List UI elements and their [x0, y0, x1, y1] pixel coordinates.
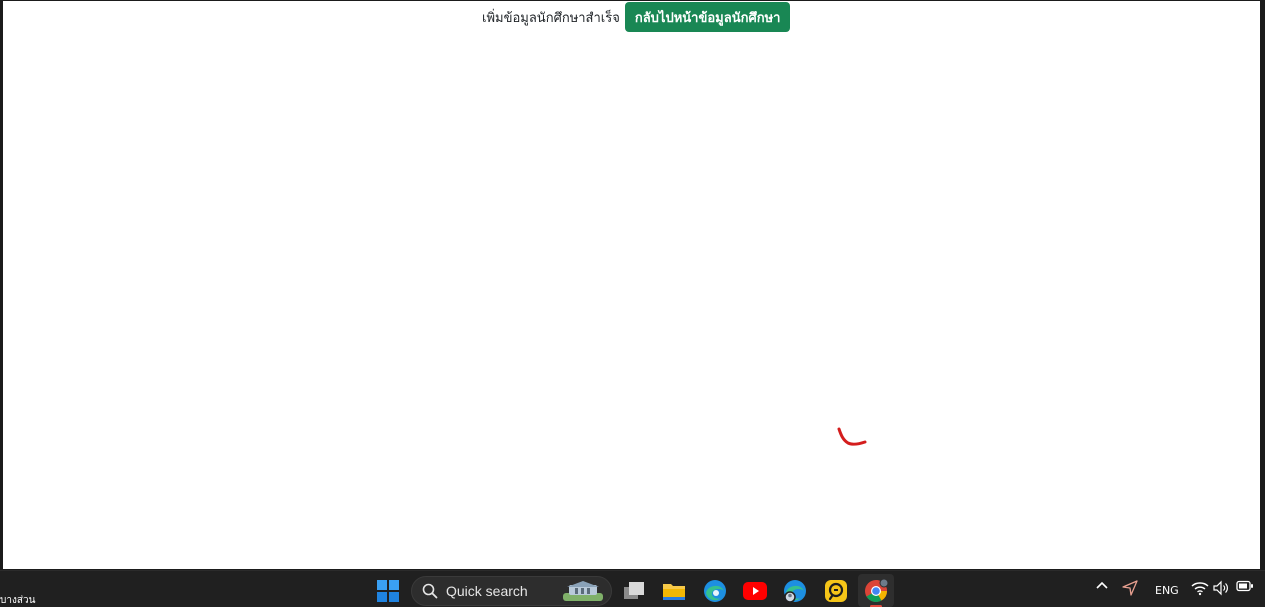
- back-to-students-button[interactable]: กลับไปหน้าข้อมูลนักศึกษา: [624, 2, 791, 32]
- edge-profile-icon[interactable]: [781, 577, 809, 605]
- page-content: เพิ่มข้อมูลนักศึกษาสำเร็จ กลับไปหน้าข้อม…: [3, 1, 1260, 569]
- message-row: เพิ่มข้อมูลนักศึกษาสำเร็จ กลับไปหน้าข้อม…: [482, 2, 791, 32]
- quick-search-label: Quick search: [446, 583, 528, 599]
- taskbar-corner-label: บางส่วน: [0, 595, 36, 606]
- location-icon[interactable]: [1121, 580, 1139, 596]
- file-explorer-icon[interactable]: [660, 577, 688, 605]
- search-highlight-icon: [561, 579, 605, 603]
- youtube-icon[interactable]: [741, 577, 769, 605]
- chrome-icon[interactable]: [862, 577, 890, 605]
- wifi-icon[interactable]: [1191, 580, 1209, 596]
- start-icon[interactable]: [374, 577, 402, 605]
- screen: เพิ่มข้อมูลนักศึกษาสำเร็จ กลับไปหน้าข้อม…: [0, 0, 1265, 607]
- volume-icon[interactable]: [1213, 580, 1231, 596]
- language-indicator[interactable]: ENG: [1155, 584, 1179, 597]
- app-yellow-icon[interactable]: [822, 577, 850, 605]
- edge-icon[interactable]: [701, 577, 729, 605]
- browser-window: เพิ่มข้อมูลนักศึกษาสำเร็จ กลับไปหน้าข้อม…: [0, 0, 1265, 570]
- search-icon: [422, 583, 438, 599]
- success-message: เพิ่มข้อมูลนักศึกษาสำเร็จ: [482, 10, 620, 26]
- task-view-icon[interactable]: [620, 577, 648, 605]
- taskbar: บางส่วน Quick search ENG: [0, 570, 1265, 607]
- chevron-up-icon[interactable]: [1094, 580, 1110, 590]
- battery-icon[interactable]: [1236, 580, 1254, 592]
- red-annotation-mark: [835, 426, 871, 458]
- quick-search-box[interactable]: Quick search: [411, 576, 612, 606]
